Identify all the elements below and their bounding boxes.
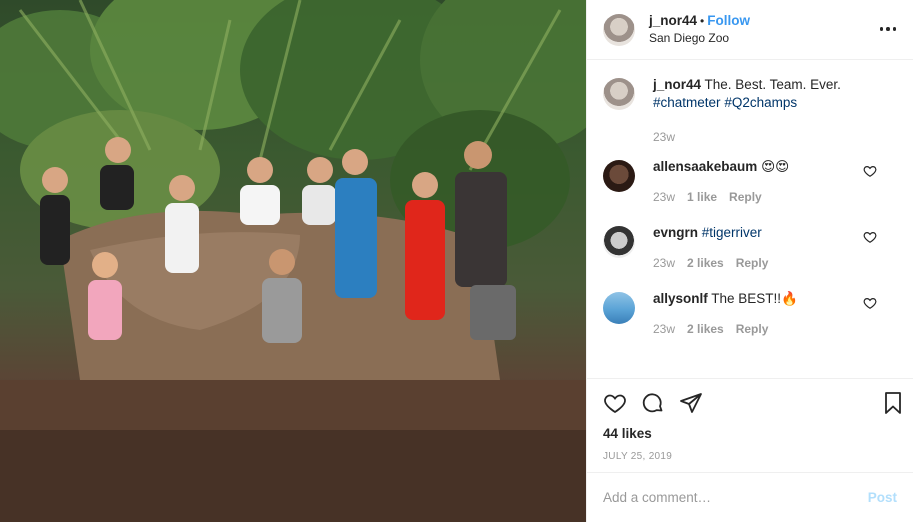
commenter-avatar[interactable]: [603, 160, 635, 192]
comment-input[interactable]: [603, 490, 868, 505]
comment-text: evngrn #tigerriver: [653, 224, 897, 242]
comment-likes[interactable]: 2 likes: [687, 256, 724, 270]
comment-item: evngrn #tigerriver 23w 2 likes Reply: [603, 224, 897, 270]
commenter-avatar[interactable]: [603, 226, 635, 258]
comment-body: evngrn #tigerriver 23w 2 likes Reply: [653, 224, 897, 270]
follow-button[interactable]: Follow: [707, 13, 750, 28]
comments-list: j_nor44 The. Best. Team. Ever. #chatmete…: [587, 60, 913, 378]
caption-text: j_nor44 The. Best. Team. Ever. #chatmete…: [653, 76, 897, 112]
comment-age[interactable]: 23w: [653, 322, 675, 336]
separator-dot: •: [700, 14, 705, 28]
post-comment-button[interactable]: Post: [868, 490, 897, 505]
caption-author[interactable]: j_nor44: [653, 77, 701, 92]
reply-button[interactable]: Reply: [729, 190, 762, 204]
reply-button[interactable]: Reply: [736, 322, 769, 336]
action-icons: [603, 389, 897, 417]
comment-body: allysonlf The BEST!!🔥 23w 2 likes Reply: [653, 290, 897, 336]
commenter-username[interactable]: allysonlf: [653, 291, 708, 306]
comment-likes[interactable]: 2 likes: [687, 322, 724, 336]
post-side-panel: j_nor44 • Follow San Diego Zoo j_nor44 The…: [586, 0, 913, 522]
comment-item: allensaakebaum 😍😍 23w 1 like Reply: [603, 158, 897, 204]
comment-item: allysonlf The BEST!!🔥 23w 2 likes Reply: [603, 290, 897, 336]
caption-meta: 23w: [653, 130, 897, 144]
post-photo[interactable]: [0, 0, 586, 522]
comment-text: allensaakebaum 😍😍: [653, 158, 897, 176]
bookmark-icon[interactable]: [881, 391, 905, 415]
caption-message: The. Best. Team. Ever.: [701, 77, 841, 92]
more-options-icon[interactable]: [877, 18, 899, 40]
comment-message[interactable]: #tigerriver: [698, 225, 762, 240]
reply-button[interactable]: Reply: [736, 256, 769, 270]
caption-author-avatar[interactable]: [603, 78, 635, 110]
caption-age[interactable]: 23w: [653, 130, 675, 144]
share-icon[interactable]: [679, 391, 703, 415]
author-username[interactable]: j_nor44: [649, 13, 697, 28]
post-header: j_nor44 • Follow San Diego Zoo: [587, 0, 913, 60]
photo-illustration: [0, 0, 586, 522]
comment-meta: 23w 1 like Reply: [653, 190, 897, 204]
location-link[interactable]: San Diego Zoo: [649, 30, 750, 47]
post-actions: 44 likes JULY 25, 2019: [587, 378, 913, 472]
comment-age[interactable]: 23w: [653, 190, 675, 204]
small-heart-icon[interactable]: [863, 230, 877, 244]
caption-body: j_nor44 The. Best. Team. Ever. #chatmete…: [653, 76, 897, 144]
caption: j_nor44 The. Best. Team. Ever. #chatmete…: [603, 76, 897, 144]
header-text: j_nor44 • Follow San Diego Zoo: [649, 12, 750, 47]
commenter-username[interactable]: evngrn: [653, 225, 698, 240]
comment-icon[interactable]: [641, 391, 665, 415]
comment-age[interactable]: 23w: [653, 256, 675, 270]
heart-icon[interactable]: [603, 391, 627, 415]
likes-count[interactable]: 44 likes: [603, 426, 897, 441]
hashtag-link[interactable]: #Q2champs: [724, 95, 797, 110]
small-heart-icon[interactable]: [863, 296, 877, 310]
comment-text: allysonlf The BEST!!🔥: [653, 290, 897, 308]
small-heart-icon[interactable]: [863, 164, 877, 178]
commenter-username[interactable]: allensaakebaum: [653, 159, 757, 174]
instagram-post: j_nor44 • Follow San Diego Zoo j_nor44 The…: [0, 0, 913, 522]
post-date[interactable]: JULY 25, 2019: [603, 451, 897, 462]
comment-body: allensaakebaum 😍😍 23w 1 like Reply: [653, 158, 897, 204]
comment-likes[interactable]: 1 like: [687, 190, 717, 204]
author-avatar[interactable]: [603, 13, 635, 46]
comment-message: The BEST!!🔥: [707, 291, 798, 306]
hashtag-link[interactable]: #chatmeter: [653, 95, 721, 110]
comment-message: 😍😍: [757, 159, 790, 174]
add-comment-bar: Post: [587, 472, 913, 522]
comment-meta: 23w 2 likes Reply: [653, 256, 897, 270]
comment-meta: 23w 2 likes Reply: [653, 322, 897, 336]
commenter-avatar[interactable]: [603, 292, 635, 324]
